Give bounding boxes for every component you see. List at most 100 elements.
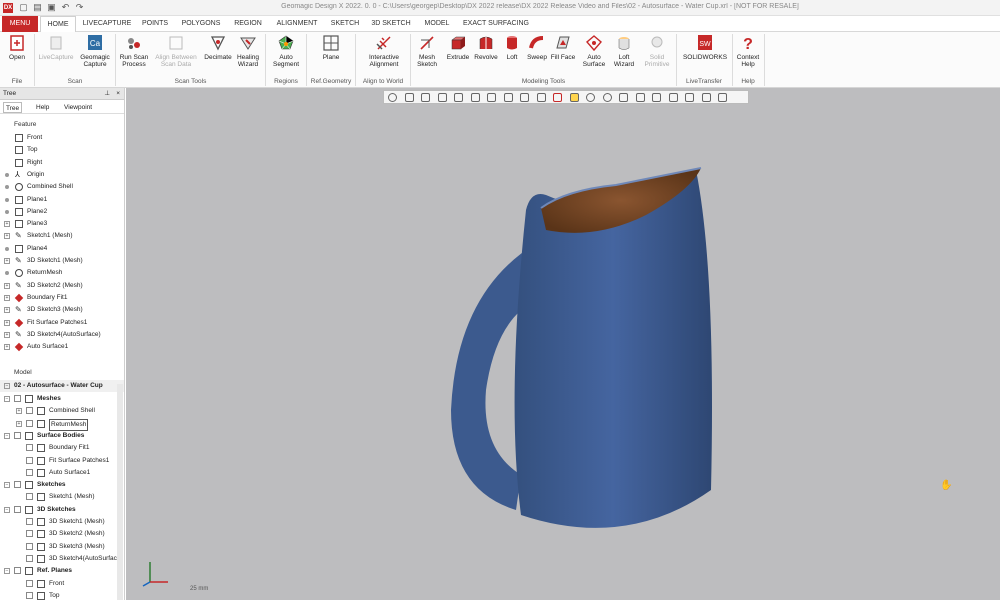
feature-tree-item[interactable]: Plane1 bbox=[0, 194, 124, 206]
region-icon[interactable] bbox=[470, 93, 480, 102]
expand-icon[interactable]: + bbox=[4, 319, 10, 326]
model-root[interactable]: − 02 - Autosurface - Water Cup bbox=[0, 380, 124, 392]
visibility-checkbox[interactable] bbox=[26, 554, 33, 562]
model-tree-item[interactable]: +Auto Surface1 bbox=[0, 467, 124, 479]
fill-icon[interactable] bbox=[503, 93, 513, 102]
feature-tree-item[interactable]: Plane4 bbox=[0, 243, 124, 255]
tab-menu[interactable]: MENU bbox=[2, 16, 38, 32]
feature-tree-item[interactable]: Combined Shell bbox=[0, 181, 124, 193]
auto-segment-button[interactable]: Auto Segment bbox=[268, 34, 304, 76]
open-icon[interactable]: ▤ bbox=[32, 2, 43, 13]
expand-icon[interactable]: + bbox=[16, 420, 22, 427]
feature-tree-item[interactable]: + ✎ Sketch1 (Mesh) bbox=[0, 230, 124, 242]
model-tree-item[interactable]: +Front bbox=[0, 578, 124, 590]
tab-polygons[interactable]: POLYGONS bbox=[178, 16, 224, 32]
tab-help[interactable]: Help bbox=[36, 102, 49, 113]
app-logo[interactable]: DX bbox=[3, 3, 13, 13]
tab-livecapture[interactable]: LIVECAPTURE bbox=[82, 16, 132, 32]
visibility-checkbox[interactable] bbox=[14, 395, 21, 402]
model-tree-scrollbar[interactable] bbox=[117, 384, 123, 600]
visibility-checkbox[interactable] bbox=[26, 591, 33, 599]
model-tree-group[interactable]: − Meshes bbox=[0, 393, 124, 405]
visibility-checkbox[interactable] bbox=[14, 567, 21, 575]
interactive-alignment-button[interactable]: Interactive Alignment bbox=[360, 34, 408, 76]
visibility-checkbox[interactable] bbox=[26, 542, 33, 550]
collapse-icon[interactable]: − bbox=[4, 383, 10, 389]
visibility-checkbox[interactable] bbox=[14, 481, 21, 489]
line-icon[interactable] bbox=[520, 93, 529, 102]
tab-3d-sketch[interactable]: 3D SKETCH bbox=[368, 16, 414, 32]
model-tree-item[interactable]: +3D Sketch2 (Mesh) bbox=[0, 528, 124, 540]
feature-tree-item[interactable]: + ✎ 3D Sketch4(AutoSurface) bbox=[0, 329, 124, 341]
feature-tree-item[interactable]: Top bbox=[0, 144, 124, 156]
expand-icon[interactable]: + bbox=[4, 282, 10, 289]
tab-sketch[interactable]: SKETCH bbox=[327, 16, 363, 32]
box-icon[interactable] bbox=[553, 93, 562, 102]
context-help-button[interactable]: ? Context Help bbox=[734, 34, 762, 76]
feature-tree-item[interactable]: + Boundary Fit1 bbox=[0, 292, 124, 304]
tab-viewpoint[interactable]: Viewpoint bbox=[64, 102, 92, 113]
run-scan-process-button[interactable]: Run Scan Process bbox=[118, 34, 150, 76]
auto-surface-button[interactable]: Auto Surface bbox=[580, 34, 608, 76]
open-button[interactable]: Open bbox=[3, 34, 31, 76]
feature-tree-item[interactable]: Plane2 bbox=[0, 206, 124, 218]
solidworks-button[interactable]: SW SOLIDWORKS bbox=[680, 34, 730, 76]
plane-button[interactable]: Plane bbox=[312, 34, 350, 76]
healing-wizard-button[interactable]: Healing Wizard bbox=[234, 34, 262, 76]
model-tree-item[interactable]: + Combined Shell bbox=[0, 405, 124, 417]
circle-select-icon[interactable] bbox=[388, 93, 397, 102]
visibility-checkbox[interactable] bbox=[26, 530, 33, 538]
mesh-sketch-button[interactable]: Mesh Sketch bbox=[413, 34, 441, 76]
arrow-icon[interactable] bbox=[536, 93, 546, 102]
model-tree-group[interactable]: − Sketches bbox=[0, 479, 124, 491]
visibility-checkbox[interactable] bbox=[26, 456, 33, 464]
visibility-checkbox[interactable] bbox=[26, 419, 33, 427]
expand-icon[interactable]: + bbox=[4, 258, 10, 264]
model-tree-item[interactable]: +3D Sketch4(AutoSurface) bbox=[0, 553, 124, 565]
revolve-button[interactable]: Revolve bbox=[472, 34, 500, 76]
visibility-checkbox[interactable] bbox=[26, 579, 33, 587]
undo-icon[interactable]: ↶ bbox=[60, 2, 71, 13]
expand-icon[interactable]: + bbox=[16, 408, 22, 415]
feature-tree-item[interactable]: + ✎ 3D Sketch3 (Mesh) bbox=[0, 304, 124, 316]
link-icon[interactable] bbox=[619, 93, 628, 102]
align-scan-data-button[interactable]: Align Between Scan Data bbox=[152, 34, 200, 76]
decimate-button[interactable]: Decimate bbox=[202, 34, 234, 76]
feature-tree-item[interactable]: ⅄ Origin bbox=[0, 169, 124, 181]
tab-alignment[interactable]: ALIGNMENT bbox=[273, 16, 321, 32]
model-tree-item[interactable]: +Sketch1 (Mesh) bbox=[0, 491, 124, 503]
feature-tree-item[interactable]: Right bbox=[0, 157, 124, 169]
model-tree-item[interactable]: +Boundary Fit1 bbox=[0, 442, 124, 454]
model-tree-item[interactable]: +Fit Surface Patches1 bbox=[0, 455, 124, 467]
new-icon[interactable]: ▢ bbox=[18, 2, 29, 13]
feature-tree-item[interactable]: + ✎ 3D Sketch1 (Mesh) bbox=[0, 255, 124, 267]
model-tree-item[interactable]: +3D Sketch1 (Mesh) bbox=[0, 516, 124, 528]
expand-icon[interactable]: + bbox=[4, 221, 10, 228]
highlight-icon[interactable] bbox=[569, 93, 579, 102]
visibility-checkbox[interactable] bbox=[26, 468, 33, 476]
collapse-icon[interactable]: − bbox=[4, 506, 10, 513]
model-tree-item[interactable]: +3D Sketch3 (Mesh) bbox=[0, 541, 124, 553]
livecapture-button[interactable]: LiveCapture bbox=[37, 34, 75, 76]
solid-primitive-button[interactable]: Solid Primitive bbox=[640, 34, 674, 76]
feature-tree-item[interactable]: + Plane3 bbox=[0, 218, 124, 230]
model-tree-group[interactable]: − 3D Sketches bbox=[0, 504, 124, 516]
feature-tree-item[interactable]: + ✎ 3D Sketch2 (Mesh) bbox=[0, 280, 124, 292]
collapse-icon[interactable]: − bbox=[4, 482, 10, 489]
collapse-icon[interactable]: − bbox=[4, 396, 10, 402]
extrude-button[interactable]: Extrude bbox=[444, 34, 472, 76]
feature-tree-item[interactable]: ReturnMesh bbox=[0, 267, 124, 279]
rect-select-icon[interactable] bbox=[404, 93, 414, 102]
model-tree-group[interactable]: − Surface Bodies bbox=[0, 430, 124, 442]
tab-exact-surfacing[interactable]: EXACT SURFACING bbox=[460, 16, 532, 32]
visibility-checkbox[interactable] bbox=[14, 505, 21, 513]
collapse-icon[interactable]: − bbox=[4, 568, 10, 575]
mesh-select-icon[interactable] bbox=[487, 93, 496, 102]
feature-tree-item[interactable]: Front bbox=[0, 132, 124, 144]
expand-icon[interactable]: + bbox=[4, 307, 10, 314]
tab-tree[interactable]: Tree bbox=[3, 102, 23, 113]
expand-icon[interactable]: + bbox=[4, 344, 10, 351]
expand-icon[interactable]: + bbox=[4, 331, 10, 338]
expand-icon[interactable]: + bbox=[4, 233, 10, 240]
tab-points[interactable]: POINTS bbox=[138, 16, 172, 32]
